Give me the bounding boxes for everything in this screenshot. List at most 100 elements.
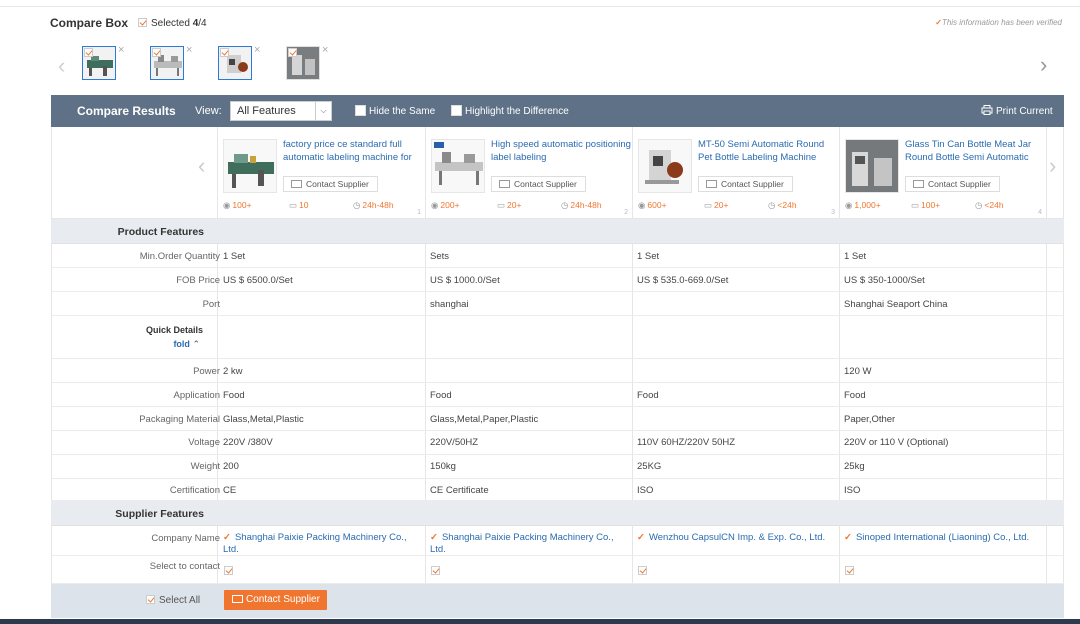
company-name-link[interactable]: ✓ Shanghai Paixie Packing Machinery Co., …: [430, 532, 630, 556]
thumb-check-icon[interactable]: [288, 48, 297, 57]
row-label: Voltage: [188, 437, 220, 448]
cell-value: US $ 1000.0/Set: [430, 275, 500, 286]
selected-total: /4: [198, 18, 207, 29]
select-contact-checkbox[interactable]: [224, 566, 233, 575]
eye-icon: ◉: [223, 200, 231, 210]
select-all-toggle[interactable]: Select All: [146, 595, 200, 606]
eye-icon: ◉: [638, 200, 646, 210]
product-image[interactable]: [431, 139, 485, 193]
cell-value: 1 Set: [844, 251, 867, 262]
contact-supplier-button[interactable]: Contact Supplier: [698, 176, 793, 192]
cell-value: ISO: [844, 485, 861, 496]
mail-icon: [291, 180, 302, 188]
thumb-product-2[interactable]: [150, 46, 184, 80]
inquiries-stat: ▭ 20+: [704, 200, 728, 211]
response-stat: ◷ 24h-48h: [353, 200, 394, 211]
company-name: Shanghai Paixie Packing Machinery Co., L…: [223, 532, 407, 555]
remove-thumb-3-close-icon[interactable]: ×: [254, 44, 260, 56]
product-image[interactable]: [638, 139, 692, 193]
remove-thumb-4-close-icon[interactable]: ×: [322, 44, 328, 56]
cell-value: 120 W: [844, 366, 872, 377]
thumb-check-icon[interactable]: [220, 48, 229, 57]
thumb-check-icon[interactable]: [84, 48, 93, 57]
product-image[interactable]: [223, 139, 277, 193]
contact-button-label: Contact Supplier: [246, 594, 320, 605]
product-title-link[interactable]: factory price ce standard full automatic…: [283, 138, 423, 164]
cell-value: Shanghai Seaport China: [844, 299, 948, 310]
hide-same-toggle[interactable]: Hide the Same: [355, 105, 435, 117]
contact-supplier-main-button[interactable]: Contact Supplier: [224, 590, 327, 610]
views-stat: ◉ 100+: [223, 200, 252, 211]
compare-page: { "compare_box": { "title": "Compare Box…: [0, 0, 1080, 624]
compare-box-title: Compare Box: [50, 16, 129, 30]
eye-icon: ◉: [845, 200, 853, 210]
cell-value: US $ 350-1000/Set: [844, 275, 925, 286]
check-icon: [138, 18, 147, 27]
section-title: Product Features: [117, 226, 204, 238]
message-icon: ▭: [911, 200, 920, 210]
products-prev-arrow-icon[interactable]: ‹: [198, 153, 205, 179]
fold-toggle[interactable]: fold ⌃: [173, 339, 200, 350]
highlight-diff-toggle[interactable]: Highlight the Difference: [451, 105, 569, 117]
views-stat: ◉ 1,000+: [845, 200, 881, 211]
cell-value: Glass,Metal,Paper,Plastic: [430, 414, 539, 425]
selected-count: Selected 4/4: [138, 18, 207, 29]
select-all-checkbox[interactable]: [146, 595, 155, 604]
quick-details-label: Quick Details: [145, 325, 203, 335]
cell-value: 1 Set: [637, 251, 660, 262]
response-value: 24h-48h: [570, 200, 602, 210]
remove-thumb-1-close-icon[interactable]: ×: [118, 44, 124, 56]
cell-value: Food: [223, 390, 245, 401]
clock-icon: ◷: [561, 200, 569, 210]
product-card-1: factory price ce standard full automatic…: [218, 127, 425, 219]
highlight-diff-checkbox[interactable]: [451, 105, 462, 116]
remove-thumb-2-close-icon[interactable]: ×: [186, 44, 192, 56]
table-row: [51, 316, 1064, 359]
cell-value: Sets: [430, 251, 450, 262]
verified-check-icon: ✓: [844, 532, 852, 543]
mail-icon: [232, 595, 243, 603]
product-image[interactable]: [845, 139, 899, 193]
contact-supplier-button[interactable]: Contact Supplier: [283, 176, 378, 192]
view-select[interactable]: All Features ⌵: [230, 101, 332, 121]
cell-value: Food: [637, 390, 659, 401]
product-title-link[interactable]: High speed automatic positioning label l…: [491, 138, 631, 164]
clock-icon: ◷: [768, 200, 776, 210]
thumb-check-icon[interactable]: [152, 48, 161, 57]
select-contact-checkbox[interactable]: [638, 566, 647, 575]
products-next-arrow-icon[interactable]: ›: [1049, 153, 1056, 179]
thumb-product-4[interactable]: [286, 46, 320, 80]
company-name-link[interactable]: ✓ Sinoped International (Liaoning) Co., L…: [844, 532, 1040, 544]
top-divider: [0, 6, 1080, 7]
thumb-product-1[interactable]: [82, 46, 116, 80]
company-name-link[interactable]: ✓ Wenzhou CapsulCN Imp. & Exp. Co., Ltd.: [637, 532, 837, 544]
thumb-product-3[interactable]: [218, 46, 252, 80]
views-value: 100+: [232, 200, 252, 210]
thumb-prev-arrow-icon[interactable]: ‹: [58, 53, 65, 79]
mail-icon: [913, 180, 924, 188]
cell-value: 200: [223, 461, 239, 472]
views-stat: ◉ 600+: [638, 200, 667, 211]
contact-supplier-button[interactable]: Contact Supplier: [905, 176, 1000, 192]
hide-same-checkbox[interactable]: [355, 105, 366, 116]
column-number: 4: [1038, 209, 1042, 216]
company-name-link[interactable]: ✓ Shanghai Paixie Packing Machinery Co., …: [223, 532, 423, 556]
inquiries-value: 100+: [921, 200, 941, 210]
product-title-link[interactable]: Glass Tin Can Bottle Meat Jar Round Bott…: [905, 138, 1045, 164]
mail-icon: [499, 180, 510, 188]
verified-text: This information has been verified: [941, 18, 1062, 27]
contact-supplier-button[interactable]: Contact Supplier: [491, 176, 586, 192]
chevron-down-icon[interactable]: ⌵: [315, 102, 331, 120]
product-title-link[interactable]: MT-50 Semi Automatic Round Pet Bottle La…: [698, 138, 838, 164]
view-label: View:: [195, 105, 222, 117]
row-label: Weight: [190, 461, 220, 472]
select-contact-checkbox[interactable]: [431, 566, 440, 575]
selected-label: Selected: [151, 18, 193, 29]
select-contact-checkbox[interactable]: [845, 566, 854, 575]
thumb-next-arrow-icon[interactable]: ›: [1040, 52, 1047, 78]
print-current-label: Print Current: [996, 106, 1053, 117]
column-number: 2: [624, 209, 628, 216]
verified-check-icon: ✓: [430, 532, 438, 543]
print-current-button[interactable]: Print Current: [981, 105, 1053, 117]
cell-value: 2 kw: [223, 366, 243, 377]
